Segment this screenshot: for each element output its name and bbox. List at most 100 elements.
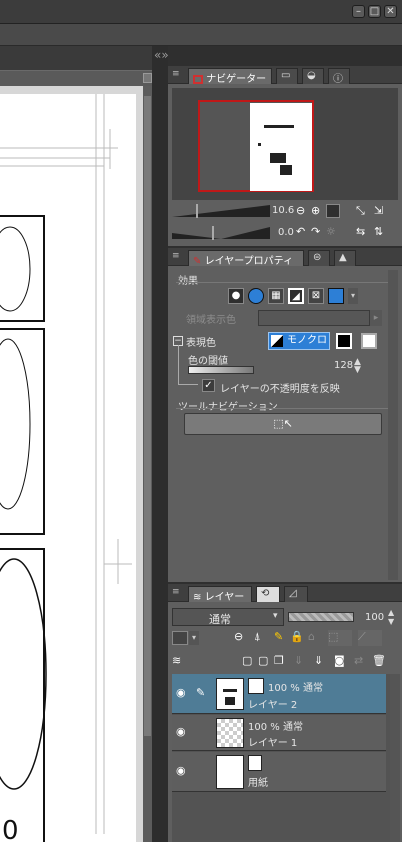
panel-menu-icon[interactable]: ≡: [172, 69, 180, 79]
blend-mode-value: 通常: [209, 613, 231, 626]
opacity-value: 100: [365, 612, 385, 623]
tab-material[interactable]: ◿: [284, 586, 308, 602]
create-mask-icon[interactable]: ◙: [334, 654, 345, 667]
layer-color-icon[interactable]: ◢: [288, 288, 304, 304]
close-button[interactable]: ✕: [384, 5, 397, 18]
effect-dropdown-icon[interactable]: ▾: [348, 288, 358, 304]
merge-down-icon[interactable]: ⇓: [314, 654, 323, 667]
layer-property-scrollbar[interactable]: [388, 270, 398, 580]
mask-icon[interactable]: ⬚: [328, 630, 352, 646]
tab-item-bank[interactable]: ◒: [302, 68, 324, 84]
navigator-preview[interactable]: [172, 88, 398, 200]
draft-layer-icon[interactable]: ✎: [274, 630, 283, 643]
navigator-tab-bar: ≡ ナビゲーター ▭ ◒ ⓘ: [168, 66, 402, 85]
ruler-icon[interactable]: ⟋: [358, 630, 382, 646]
new-raster-layer-icon[interactable]: ▢: [242, 654, 252, 667]
rotation-slider-track: [172, 226, 270, 240]
layer-thumbnail-drawing: [223, 689, 237, 705]
threshold-spinner-icon[interactable]: ▲ ▼: [354, 358, 361, 375]
reflect-opacity-checkbox[interactable]: ✓: [202, 379, 215, 392]
rotate-left-icon[interactable]: ↶: [296, 225, 305, 238]
tab-layer[interactable]: ≋ レイヤー: [188, 586, 252, 603]
opacity-spinner-icon[interactable]: ▲ ▼: [388, 608, 394, 626]
layer-property-panel: ≡ ✎ レイヤープロパティ ⊜ ▲ 効果 ● ▦ ◢ ⊠ ▾ 領域表示色 ▸ −…: [168, 248, 402, 582]
flip-vertical-icon[interactable]: ⇅: [374, 225, 383, 238]
area-color-arrow-icon[interactable]: ▸: [370, 310, 382, 326]
panel-menu-icon[interactable]: ≡: [172, 251, 180, 261]
layer-info: 100 % 通常: [268, 683, 323, 694]
layer-list-scrollbar[interactable]: [390, 674, 400, 842]
zoom-out-icon[interactable]: ⊖: [296, 204, 305, 217]
maximize-button[interactable]: □: [368, 5, 381, 18]
panel-menu-icon[interactable]: ≡: [172, 587, 180, 597]
zoom-slider[interactable]: [172, 204, 270, 218]
layer-name: レイヤー 1: [248, 738, 298, 749]
layer-row[interactable]: ◉ 用紙: [172, 752, 386, 792]
lock-layer-icon[interactable]: 🔒: [290, 630, 304, 643]
white-color-swatch[interactable]: [361, 333, 377, 349]
tab-layer-search[interactable]: ⊜: [308, 250, 330, 266]
navigator-page-thumbnail: [250, 103, 312, 191]
threshold-value: 128: [334, 360, 354, 371]
border-effect-icon[interactable]: ●: [228, 288, 244, 304]
canvas-vertical-scrollbar[interactable]: [143, 86, 152, 842]
area-color-field[interactable]: [258, 310, 370, 326]
tool-navigation-label: ツールナビゲーション: [178, 402, 278, 413]
zoom-in-icon[interactable]: ⊕: [311, 204, 320, 217]
layer-stack-icon[interactable]: ≋: [172, 654, 181, 667]
water-edge-icon[interactable]: [248, 288, 264, 304]
canvas-scroll-up-button[interactable]: [143, 73, 152, 83]
layer-color-dropdown-icon[interactable]: ▾: [189, 631, 199, 645]
manga-page[interactable]: 0: [0, 94, 136, 842]
eye-icon[interactable]: ◉: [176, 725, 186, 738]
new-folder-icon[interactable]: ❐: [274, 654, 284, 667]
flip-icon[interactable]: ⇲: [374, 204, 383, 217]
tool-navigation-button[interactable]: ⬚↖: [184, 413, 382, 435]
blend-mode-select[interactable]: 通常 ▾: [172, 608, 284, 626]
rotation-slider[interactable]: [172, 226, 270, 240]
layer-color-box[interactable]: [172, 631, 188, 645]
layers-icon: ≋: [193, 592, 202, 603]
layer-row[interactable]: ◉ 100 % 通常 レイヤー 1: [172, 715, 386, 751]
delete-layer-icon[interactable]: 🗑: [372, 654, 386, 667]
tone-icon[interactable]: ▦: [268, 288, 284, 304]
minimize-button[interactable]: –: [352, 5, 365, 18]
layer-color-swatch[interactable]: [328, 288, 344, 304]
canvas-area[interactable]: 0: [0, 86, 143, 842]
flip-horizontal-icon[interactable]: ⇆: [356, 225, 365, 238]
collapse-panel-icon[interactable]: «»: [154, 48, 169, 62]
tab-sub-view[interactable]: ▭: [276, 68, 298, 84]
reset-rotation-icon[interactable]: ☼: [326, 225, 336, 238]
lines-icon[interactable]: ⊠: [308, 288, 324, 304]
opacity-slider[interactable]: [288, 612, 354, 622]
threshold-slider[interactable]: [188, 366, 254, 374]
new-vector-layer-icon[interactable]: ▢: [258, 654, 268, 667]
eye-icon[interactable]: ◉: [176, 686, 186, 699]
transfer-down-icon[interactable]: ⇓: [294, 654, 303, 667]
fit-page-icon[interactable]: [326, 204, 340, 218]
lock-transparency-icon[interactable]: ⌂: [308, 630, 315, 643]
navigator-view-frame[interactable]: [198, 100, 314, 192]
tab-info[interactable]: ⓘ: [328, 68, 350, 85]
tab-sub-tool-detail[interactable]: ▲: [334, 250, 356, 266]
black-color-swatch[interactable]: [336, 333, 352, 349]
tab-animation[interactable]: ⟲: [256, 586, 280, 602]
monochrome-button[interactable]: モノクロ: [268, 332, 330, 350]
blend-mode-dropdown-icon: ▾: [273, 611, 278, 621]
threshold-label: 色の閾値: [188, 356, 228, 367]
layer-row[interactable]: ◉ ✎ 100 % 通常 レイヤー 2: [172, 674, 386, 714]
reference-layer-icon[interactable]: ⍋: [254, 630, 261, 644]
monochrome-icon: [271, 335, 283, 347]
fit-window-icon[interactable]: ⤡: [356, 204, 365, 218]
canvas-scroll-thumb[interactable]: [144, 96, 151, 736]
rotate-right-icon[interactable]: ↷: [311, 225, 320, 238]
clip-layer-icon[interactable]: ⊖: [234, 630, 243, 643]
tab-navigator[interactable]: ナビゲーター: [188, 68, 272, 85]
layer-search-icon: ⊜: [313, 252, 322, 263]
panel-divider[interactable]: «»: [152, 46, 169, 842]
eye-icon[interactable]: ◉: [176, 764, 186, 777]
sub-tool-icon: ▲: [339, 252, 347, 263]
effect-divider: [176, 282, 396, 283]
apply-mask-icon[interactable]: ⇄: [354, 654, 363, 667]
tab-layer-property[interactable]: ✎ レイヤープロパティ: [188, 250, 304, 267]
